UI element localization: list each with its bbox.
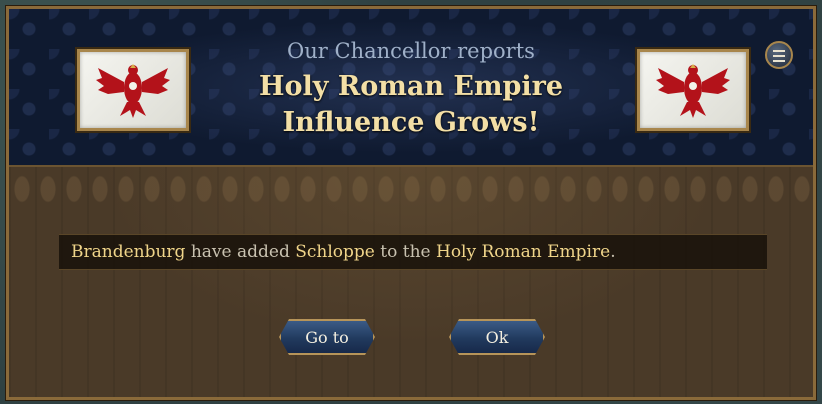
goto-button[interactable]: Go to [279, 319, 375, 355]
event-message: Brandenburg have added Schloppe to the H… [59, 234, 767, 270]
message-actor: Brandenburg [71, 242, 186, 262]
eagle-emblem-right [656, 64, 730, 118]
message-province: Schloppe [295, 242, 375, 262]
ok-button[interactable]: Ok [449, 319, 545, 355]
menu-bar-top [773, 50, 785, 52]
dialog-header: Our Chancellor reports Holy Roman Empire… [9, 9, 813, 167]
message-verb: have added [185, 242, 296, 262]
message-target: Holy Roman Empire [436, 242, 611, 262]
menu-bar-bottom [773, 60, 785, 62]
menu-bar-middle [773, 55, 785, 57]
message-end: . [610, 242, 616, 262]
event-title: Holy Roman Empire Influence Grows! [258, 71, 564, 138]
menu-icon[interactable] [765, 41, 793, 69]
eagle-flag-icon [637, 49, 749, 131]
eagle-flag-icon [77, 49, 189, 131]
dialog-body [9, 167, 813, 397]
message-connector: to the [374, 242, 436, 262]
event-dialog: Our Chancellor reports Holy Roman Empire… [6, 6, 816, 400]
eagle-emblem-left [96, 64, 170, 118]
fleur-pattern [9, 167, 813, 211]
